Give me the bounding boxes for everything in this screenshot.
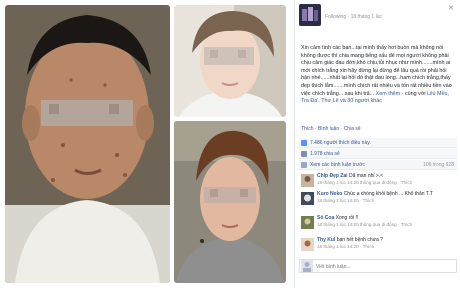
- previous-comments-label: Xem các bình luận trước: [310, 162, 365, 168]
- post-actions: Thích · Bình luận · Chia sẻ: [301, 126, 361, 132]
- photo-face-closeup[interactable]: [5, 5, 170, 283]
- commenter-name[interactable]: Chip Đẹp Zai: [317, 173, 348, 179]
- comment-input[interactable]: [316, 262, 452, 271]
- likes-count: 7.486 người thích điều này.: [310, 140, 371, 146]
- commenter-name[interactable]: Sô Coa: [317, 215, 334, 221]
- commenter-avatar-image: [301, 174, 314, 187]
- selfie-before-image: [174, 5, 286, 117]
- comment-composer: [299, 259, 457, 273]
- photo-selfie-after[interactable]: [174, 121, 286, 283]
- with-label: · cùng với: [401, 90, 426, 97]
- post-text: Xin cảm tình các bạn...tại mình thấy hơi…: [301, 45, 452, 97]
- view-previous-comments[interactable]: Xem các bình luận trước 106 trong 928: [299, 160, 457, 170]
- comment-text: Chúc a chóng khỏi bệnh ... Khổ thân T.T: [343, 191, 433, 197]
- comment-body: Thy Kul bạn hết bệnh chưa ? 18 tháng 1 l…: [317, 237, 455, 250]
- comment-body: Kuro Neko Chúc a chóng khỏi bệnh ... Khổ…: [317, 191, 455, 204]
- comment-item: Thy Kul bạn hết bệnh chưa ? 18 tháng 1 l…: [299, 236, 457, 256]
- comment-count: 106 trong 928: [423, 162, 454, 168]
- poster-avatar-image: [299, 4, 321, 26]
- comment-item: Sô Coa Xong rồi !! 18 tháng 1 lúc 14:20 …: [299, 214, 457, 234]
- comment-icon: [301, 162, 307, 168]
- comment-action[interactable]: Bình luận: [318, 126, 339, 132]
- commenter-avatar[interactable]: [301, 174, 314, 187]
- comment-text: bạn hết bệnh chưa ?: [336, 237, 383, 243]
- post-meta: Following · 18 tháng 1 lúc: [325, 14, 382, 20]
- facebook-post-panel: Following · 18 tháng 1 lúc ✕ Xin cảm tìn…: [294, 0, 460, 288]
- post-viewer: Following · 18 tháng 1 lúc ✕ Xin cảm tìn…: [0, 0, 460, 288]
- commenter-avatar[interactable]: [301, 216, 314, 229]
- share-action[interactable]: Chia sẻ: [344, 126, 361, 132]
- shares-summary[interactable]: 1.978 chia sẻ: [299, 149, 457, 159]
- close-icon[interactable]: ✕: [448, 4, 454, 12]
- comment-text: Xong rồi !!: [335, 215, 359, 221]
- commenter-avatar-image: [301, 192, 314, 205]
- share-icon: [301, 151, 307, 157]
- selfie-after-image: [174, 121, 286, 283]
- commenter-avatar-image: [301, 238, 314, 251]
- comment-meta: 18 tháng 1 lúc 14:20 thông qua di động ·…: [317, 221, 413, 227]
- commenter-avatar[interactable]: [301, 192, 314, 205]
- comment-meta: 18 tháng 1 lúc 14:20 thông qua di động ·…: [317, 179, 413, 185]
- commenter-avatar-image: [301, 216, 314, 229]
- comment-meta: 18 tháng 1 lúc 14:20 · Thích: [317, 197, 375, 203]
- comment-body: Sô Coa Xong rồi !! 18 tháng 1 lúc 14:20 …: [317, 215, 455, 228]
- comment-meta: 18 tháng 1 lúc 14:20 · Thích: [317, 243, 375, 249]
- like-action[interactable]: Thích: [301, 126, 314, 132]
- current-user-avatar-image: [301, 260, 313, 272]
- commenter-name[interactable]: Thy Kul: [317, 237, 335, 243]
- commenter-name[interactable]: Kuro Neko: [317, 191, 342, 197]
- thumbs-up-icon: [301, 140, 307, 146]
- photo-selfie-before[interactable]: [174, 5, 286, 117]
- see-more-link[interactable]: Xem thêm: [376, 91, 401, 97]
- commenter-avatar[interactable]: [301, 238, 314, 251]
- current-user-avatar: [301, 260, 313, 272]
- post-header: Following · 18 tháng 1 lúc ✕: [295, 0, 460, 26]
- comment-item: Kuro Neko Chúc a chóng khỏi bệnh ... Khổ…: [299, 190, 457, 210]
- post-body: Xin cảm tình các bạn...tại mình thấy hơi…: [301, 45, 457, 106]
- face-closeup-image: [5, 5, 170, 283]
- comment-text: Dã man nhỉ >.<: [348, 173, 384, 179]
- likes-summary[interactable]: 7.486 người thích điều này.: [299, 138, 457, 148]
- comment-item: Chip Đẹp Zai Dã man nhỉ >.< 18 tháng 1 l…: [299, 172, 457, 192]
- comment-body: Chip Đẹp Zai Dã man nhỉ >.< 18 tháng 1 l…: [317, 173, 455, 186]
- poster-avatar[interactable]: [299, 4, 321, 26]
- shares-count: 1.978 chia sẻ: [310, 151, 340, 157]
